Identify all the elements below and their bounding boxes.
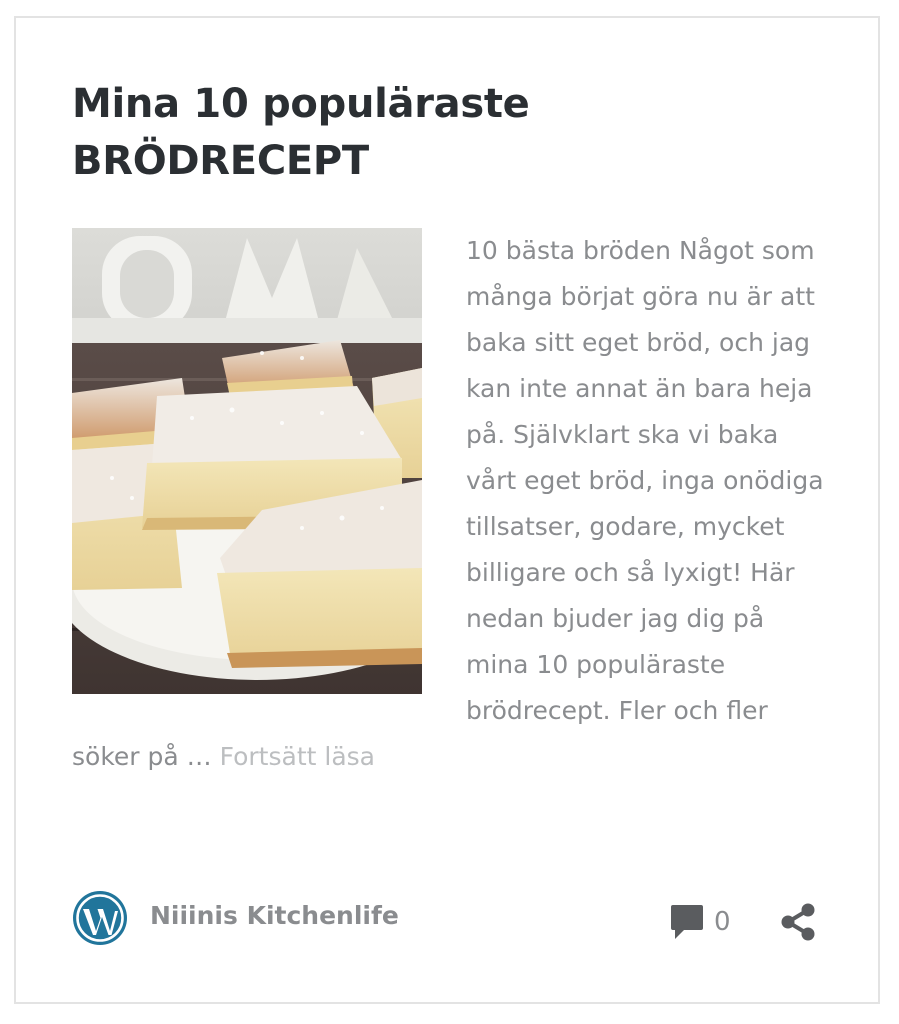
post-card: Mina 10 populäraste BRÖDRECEPT 10 bästa … <box>14 16 880 1004</box>
comments-button[interactable]: 0 <box>670 902 731 942</box>
comment-icon <box>671 905 703 939</box>
wordpress-logo-icon[interactable] <box>72 890 128 946</box>
post-thumbnail[interactable] <box>72 228 422 694</box>
comment-count: 0 <box>714 907 731 937</box>
share-icon[interactable] <box>778 902 818 942</box>
read-more-link[interactable]: Fortsätt läsa <box>220 742 375 771</box>
post-excerpt: 10 bästa bröden Något som många börjat g… <box>72 228 832 780</box>
post-title-line-2[interactable]: BRÖDRECEPT <box>72 133 772 190</box>
post-title[interactable]: Mina 10 populäraste BRÖDRECEPT <box>72 76 772 190</box>
author-name[interactable]: Niiinis Kitchenlife <box>150 901 399 930</box>
post-footer: Niiinis Kitchenlife 0 <box>72 890 832 946</box>
post-title-line-1[interactable]: Mina 10 populäraste <box>72 76 772 133</box>
